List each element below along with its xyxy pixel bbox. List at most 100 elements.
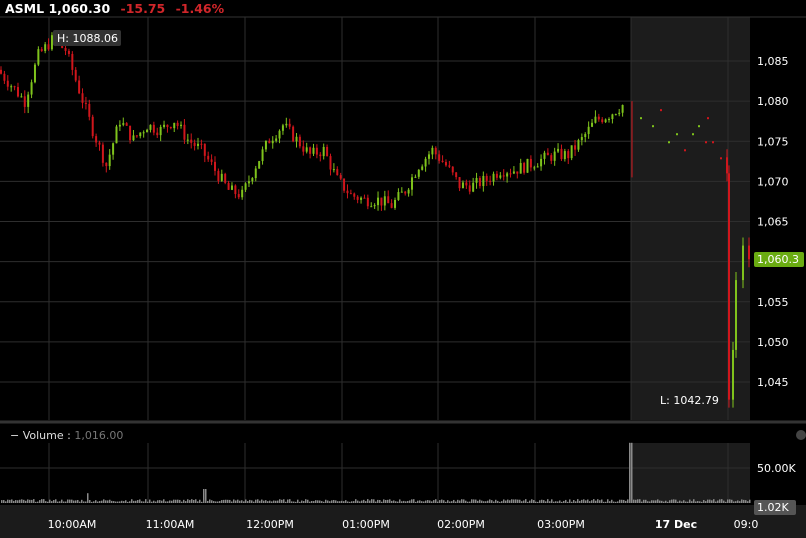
candle — [526, 158, 529, 173]
volume-bar — [9, 499, 11, 503]
volume-bar — [163, 499, 165, 503]
candle — [105, 162, 108, 167]
volume-bar — [91, 501, 93, 503]
volume-bar — [67, 499, 69, 503]
volume-bar — [45, 501, 47, 503]
volume-bar — [23, 499, 25, 503]
volume-bar — [583, 499, 585, 503]
volume-bar — [185, 501, 187, 503]
volume-bar — [493, 501, 495, 503]
x-tick-label: 17 Dec — [655, 518, 697, 531]
candle — [166, 124, 169, 128]
volume-bar — [259, 500, 261, 503]
volume-bar — [271, 501, 273, 503]
candle — [577, 140, 580, 150]
volume-bar — [461, 499, 463, 503]
candle — [438, 154, 441, 161]
volume-bar — [207, 500, 209, 503]
volume-bar — [25, 500, 27, 503]
svg-text:H: 1088.06: H: 1088.06 — [57, 32, 118, 45]
candle — [366, 197, 369, 207]
candle — [377, 197, 380, 206]
volume-bar — [621, 499, 623, 503]
candle — [135, 135, 138, 137]
volume-bar — [395, 501, 397, 503]
candle — [315, 147, 318, 155]
candle — [614, 114, 617, 116]
candle — [455, 172, 458, 178]
volume-bar — [225, 499, 227, 503]
volume-value: 1,016.00 — [74, 429, 124, 442]
volume-bar — [335, 500, 337, 503]
volume-bar — [351, 501, 353, 503]
x-tick-label: 01:00PM — [342, 518, 390, 531]
volume-bar — [197, 501, 199, 503]
extended-hours-shade-volume — [631, 443, 750, 503]
volume-bar — [693, 499, 695, 503]
volume-bar — [495, 499, 497, 503]
volume-bar — [385, 499, 387, 503]
candle — [98, 142, 101, 145]
volume-bar — [401, 501, 403, 503]
candle — [122, 123, 125, 125]
volume-bar — [685, 501, 687, 503]
volume-bar — [733, 501, 735, 503]
volume-bar — [305, 499, 307, 503]
candle — [251, 178, 254, 182]
candle — [190, 139, 193, 143]
volume-bar — [673, 499, 675, 503]
candle — [193, 142, 196, 146]
volume-bar — [141, 501, 143, 503]
volume-bar — [107, 500, 109, 503]
candle — [353, 193, 356, 197]
candle — [421, 166, 424, 170]
volume-bar — [647, 501, 649, 503]
volume-bar — [343, 501, 345, 503]
volume-bar — [123, 501, 125, 503]
volume-bar — [189, 500, 191, 503]
candle — [563, 151, 566, 160]
panel-options-icon[interactable] — [796, 430, 806, 440]
x-tick-label: 02:00PM — [437, 518, 485, 531]
candle — [472, 182, 475, 192]
candle — [591, 122, 594, 127]
price-chart[interactable]: 1,0851,0801,0751,0701,0651,0601,0551,050… — [0, 0, 806, 538]
candle — [44, 44, 47, 51]
volume-bar — [577, 499, 579, 503]
volume-bar — [691, 501, 693, 503]
collapse-volume-toggle[interactable]: − — [10, 429, 19, 442]
volume-bar — [315, 500, 317, 503]
candle — [400, 191, 403, 193]
candle — [207, 155, 210, 160]
volume-bar — [739, 501, 741, 503]
candle — [268, 140, 271, 144]
volume-bar — [115, 501, 117, 503]
volume-bar — [641, 501, 643, 503]
volume-bar — [117, 501, 119, 503]
candle — [390, 203, 393, 208]
volume-bar — [33, 499, 35, 503]
candle — [129, 125, 132, 141]
candle — [407, 189, 410, 194]
volume-bar — [633, 499, 635, 503]
volume-bar — [743, 499, 745, 503]
volume-bar — [391, 500, 393, 503]
volume-bar — [195, 499, 197, 503]
volume-bar — [131, 499, 133, 503]
volume-bar — [717, 500, 719, 503]
volume-bar — [617, 501, 619, 503]
candle — [30, 82, 33, 95]
volume-bar — [291, 501, 293, 503]
volume-bar — [409, 500, 411, 503]
volume-bar — [421, 501, 423, 503]
candle — [37, 49, 40, 65]
candle — [594, 116, 597, 123]
candle — [360, 197, 363, 200]
x-tick-label: 11:00AM — [146, 518, 195, 531]
candle — [64, 47, 67, 51]
candle — [732, 349, 734, 400]
volume-last-badge: 1.02K — [754, 500, 796, 515]
volume-bar — [529, 500, 531, 503]
volume-bar — [85, 501, 87, 503]
candle — [465, 182, 468, 186]
